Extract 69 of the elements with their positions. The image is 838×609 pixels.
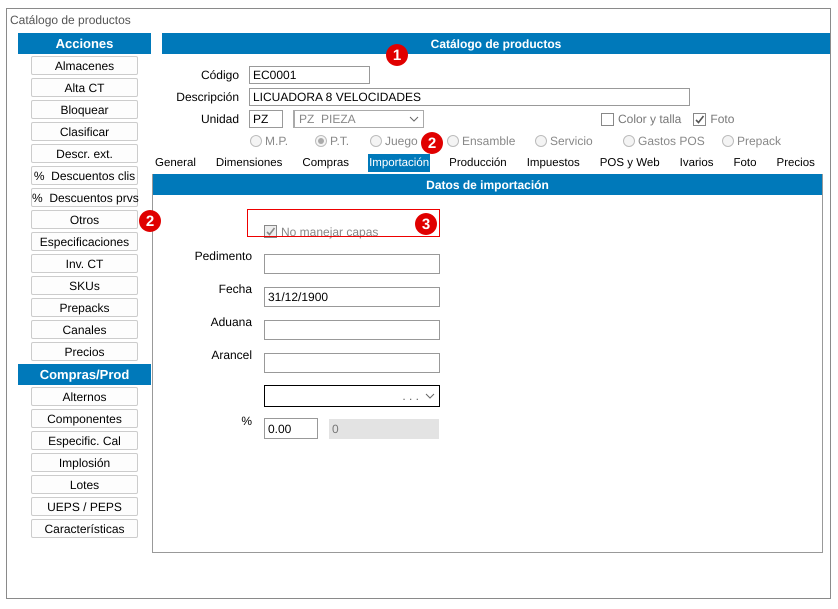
sidebar-button[interactable]: Lotes [31, 475, 138, 494]
chevron-down-icon [409, 116, 419, 122]
radio-button[interactable]: Servicio [535, 134, 623, 148]
sidebar-button[interactable]: Canales [31, 320, 138, 339]
text-field[interactable]: LICUADORA 8 VELOCIDADES [249, 88, 690, 106]
callout-badge: 2 [421, 132, 443, 154]
amount-field: 0 [329, 418, 439, 438]
sidebar-button[interactable]: Especificaciones [31, 232, 138, 251]
tab[interactable]: Precios [776, 154, 816, 172]
text-field[interactable] [264, 320, 440, 340]
checkbox[interactable]: Color y talla [601, 112, 682, 126]
tab[interactable]: Compras [301, 154, 350, 172]
field-label: Descripción [175, 90, 239, 104]
sidebar-button[interactable]: Componentes [31, 409, 138, 428]
checkmark-icon [694, 114, 706, 124]
sidebar-button[interactable]: % Descuentos prvs [31, 188, 138, 207]
tab[interactable]: Ivarios [678, 154, 715, 172]
checkbox[interactable]: Foto [693, 112, 734, 126]
dropdown[interactable]: . . . [264, 384, 440, 406]
sidebar-button[interactable]: % Descuentos clis [31, 166, 138, 185]
section-header: Datos de importación [153, 174, 822, 195]
radio-button[interactable]: P.T. [315, 134, 370, 148]
sidebar-button[interactable]: Alta CT [31, 78, 138, 97]
callout-badge: 3 [415, 213, 437, 235]
field-label: Aduana [210, 314, 252, 329]
tab[interactable]: Foto [732, 154, 758, 172]
sidebar-button[interactable]: Bloquear [31, 100, 138, 119]
radio-button[interactable]: Prepack [722, 134, 830, 148]
callout-badge: 2 [139, 210, 161, 232]
text-field[interactable]: PZ [249, 110, 283, 128]
sidebar-button[interactable]: Alternos [31, 387, 138, 406]
sidebar-button[interactable]: Prepacks [31, 298, 138, 317]
sidebar-button[interactable]: Otros [31, 210, 138, 229]
sidebar-button[interactable]: Precios [31, 342, 138, 361]
field-label: Unidad [200, 112, 239, 126]
sidebar-header: Acciones [18, 33, 151, 54]
sidebar-button[interactable]: Implosión [31, 453, 138, 472]
tab[interactable]: Importación [368, 154, 430, 172]
field-label: Pedimento [194, 248, 252, 263]
sidebar-button[interactable]: Inv. CT [31, 254, 138, 273]
tab[interactable]: Dimensiones [214, 154, 284, 172]
field-label: Arancel [210, 347, 252, 362]
percent-field[interactable]: 0.00 [264, 418, 318, 439]
sidebar-button[interactable]: UEPS / PEPS [31, 497, 138, 516]
sidebar-button[interactable]: SKUs [31, 276, 138, 295]
field-label: % [240, 413, 252, 428]
sidebar-button[interactable]: Clasificar [31, 122, 138, 141]
text-field[interactable]: EC0001 [249, 66, 370, 84]
radio-button[interactable]: Gastos POS [623, 134, 722, 148]
sidebar-button[interactable]: Almacenes [31, 56, 138, 75]
tab[interactable]: POS y Web [598, 154, 661, 172]
sidebar-button[interactable]: Especific. Cal [31, 431, 138, 450]
radio-button[interactable]: Ensamble [447, 134, 535, 148]
sidebar-header: Compras/Prod [18, 364, 151, 385]
tab[interactable]: General [154, 154, 197, 172]
field-label: Fecha [218, 281, 252, 296]
sidebar-button[interactable]: Descr. ext. [31, 144, 138, 163]
tab[interactable]: Impuestos [526, 154, 581, 172]
tab[interactable]: Producción [448, 154, 508, 172]
window-title: Catálogo de productos [9, 12, 132, 29]
text-field[interactable] [264, 254, 440, 274]
radio-button[interactable]: M.P. [250, 134, 315, 148]
field-label: Código [200, 68, 239, 82]
sidebar-button[interactable]: Características [31, 519, 138, 538]
text-field[interactable] [264, 352, 440, 372]
chevron-down-icon [425, 392, 435, 398]
text-field[interactable]: 31/12/1900 [264, 286, 440, 306]
unit-dropdown[interactable]: PZ PIEZA [293, 110, 424, 128]
checkmark-icon [265, 226, 276, 237]
